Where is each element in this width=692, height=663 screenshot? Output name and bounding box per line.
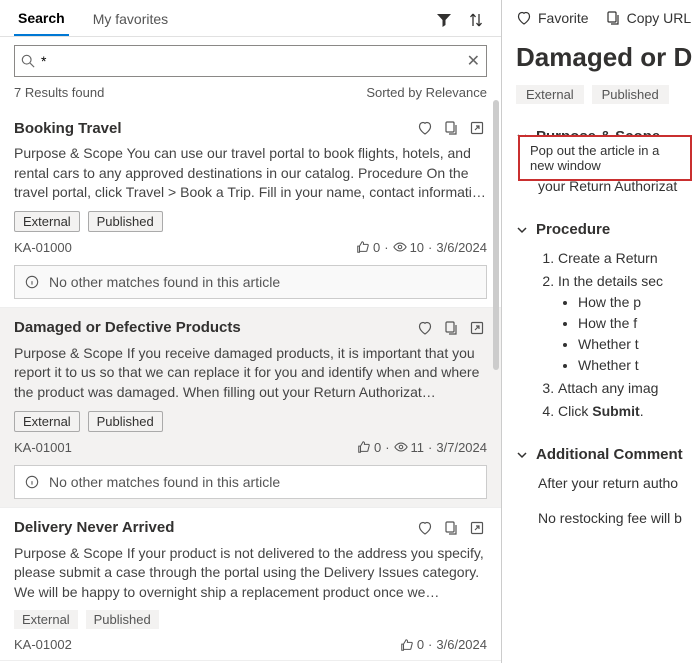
tab-favorites[interactable]: My favorites: [89, 5, 172, 35]
clear-search-icon[interactable]: ✕: [467, 51, 480, 71]
proc-substep: How the f: [578, 313, 692, 334]
article-id: KA-01002: [14, 637, 72, 652]
card-meta: KA-01002 0 · 3/6/2024: [14, 637, 487, 652]
card-summary: Purpose & Scope If your product is not d…: [14, 544, 487, 603]
result-card[interactable]: Booking Travel Purpose & Scope You can u…: [0, 108, 501, 308]
scrollbar-thumb[interactable]: [493, 100, 499, 370]
result-card[interactable]: Delivery Never Arrived Purpose & Scope I…: [0, 508, 501, 662]
link-icon[interactable]: [441, 518, 461, 538]
badge-published: Published: [88, 411, 163, 432]
section-body: Create a Return In the details sec How t…: [516, 248, 692, 422]
badge-published: Published: [592, 85, 669, 104]
card-summary: Purpose & Scope If you receive damaged p…: [14, 344, 487, 403]
link-icon[interactable]: [441, 318, 461, 338]
badge-published: Published: [86, 610, 159, 629]
results-list: Booking Travel Purpose & Scope You can u…: [0, 108, 501, 663]
no-other-matches: No other matches found in this article: [14, 465, 487, 499]
badge-external: External: [14, 610, 78, 629]
no-other-matches: No other matches found in this article: [14, 265, 487, 299]
proc-step: Attach any imag: [558, 378, 692, 399]
proc-step: Create a Return: [558, 248, 692, 269]
proc-substep: Whether t: [578, 334, 692, 355]
chevron-down-icon: [516, 224, 528, 236]
card-badges: External Published: [14, 211, 487, 232]
tabs-row: Search My favorites: [0, 0, 501, 37]
badge-external: External: [516, 85, 584, 104]
article-id: KA-01001: [14, 440, 72, 455]
article-id: KA-01000: [14, 240, 72, 255]
tab-search[interactable]: Search: [14, 4, 69, 36]
card-title: Booking Travel: [14, 120, 409, 137]
section-additional-comment[interactable]: Additional Comment: [516, 446, 692, 463]
popout-tooltip: Pop out the article in a new window: [518, 135, 692, 181]
card-badges: External Published: [14, 610, 487, 629]
likes[interactable]: 0: [356, 240, 380, 255]
likes[interactable]: 0: [357, 440, 381, 455]
proc-substep: How the p: [578, 292, 692, 313]
section-procedure[interactable]: Procedure: [516, 221, 692, 238]
card-summary: Purpose & Scope You can use our travel p…: [14, 144, 487, 203]
section-body: After your return autho No restocking fe…: [516, 473, 692, 529]
popout-icon[interactable]: [467, 518, 487, 538]
views: 10: [393, 240, 424, 255]
filter-icon[interactable]: [433, 9, 455, 31]
search-pane: Search My favorites ✕ 7 Results found So…: [0, 0, 502, 663]
popout-icon[interactable]: [467, 318, 487, 338]
search-icon: [21, 54, 35, 68]
date: 3/6/2024: [436, 240, 487, 255]
chevron-down-icon: [516, 449, 528, 461]
card-title: Damaged or Defective Products: [14, 319, 409, 336]
article-actions: Favorite Copy URL: [516, 10, 692, 26]
proc-step: Click Submit.: [558, 401, 692, 422]
sort-label: Sorted by Relevance: [366, 85, 487, 100]
proc-step: In the details sec How the p How the f W…: [558, 271, 692, 376]
card-meta: KA-01000 0 · 10 · 3/6/2024: [14, 240, 487, 255]
copy-url-button[interactable]: Copy URL: [605, 10, 692, 26]
proc-substep: Whether t: [578, 355, 692, 376]
article-badges: External Published: [516, 85, 692, 104]
views: 11: [394, 440, 425, 455]
info-icon: [25, 475, 39, 489]
article-title: Damaged or De: [516, 42, 692, 73]
heart-icon[interactable]: [415, 518, 435, 538]
info-icon: [25, 275, 39, 289]
article-pane: Favorite Copy URL Damaged or De External…: [502, 0, 692, 663]
card-meta: KA-01001 0 · 11 · 3/7/2024: [14, 440, 487, 455]
result-card[interactable]: Damaged or Defective Products Purpose & …: [0, 308, 501, 508]
sort-icon[interactable]: [465, 9, 487, 31]
likes[interactable]: 0: [400, 637, 424, 652]
card-badges: External Published: [14, 411, 487, 432]
results-count: 7 Results found: [14, 85, 104, 100]
search-input[interactable]: [41, 53, 467, 69]
results-bar: 7 Results found Sorted by Relevance: [0, 83, 501, 108]
date: 3/7/2024: [436, 440, 487, 455]
popout-icon[interactable]: [467, 118, 487, 138]
card-title: Delivery Never Arrived: [14, 519, 409, 536]
favorite-button[interactable]: Favorite: [516, 10, 589, 26]
badge-published: Published: [88, 211, 163, 232]
date: 3/6/2024: [436, 637, 487, 652]
badge-external: External: [14, 411, 80, 432]
heart-icon[interactable]: [415, 318, 435, 338]
badge-external: External: [14, 211, 80, 232]
heart-icon[interactable]: [415, 118, 435, 138]
search-box[interactable]: ✕: [14, 45, 487, 77]
link-icon[interactable]: [441, 118, 461, 138]
